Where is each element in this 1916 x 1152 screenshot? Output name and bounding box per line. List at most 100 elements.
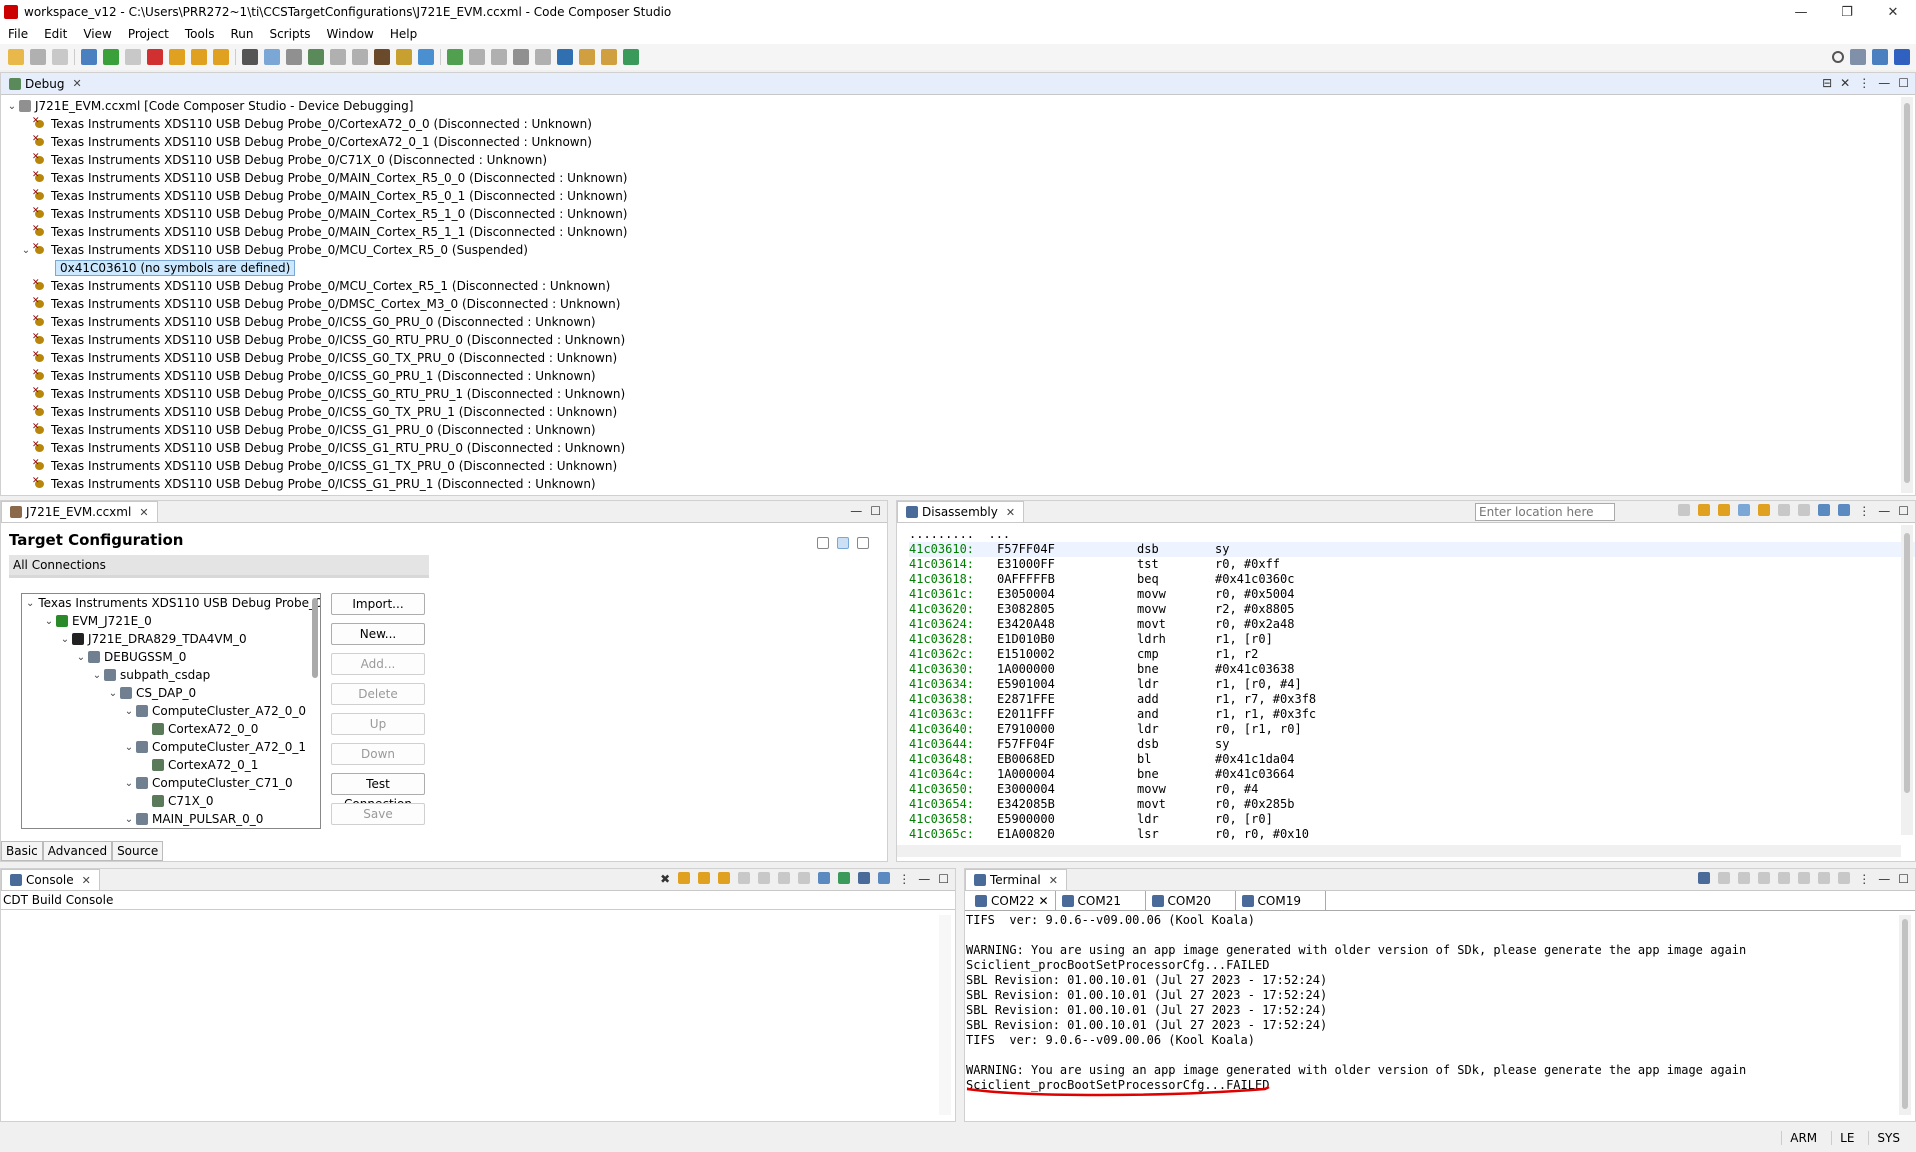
tc-tree-node[interactable]: C71X_0 [22,792,320,810]
new-icon[interactable] [8,49,24,65]
disassembly-hscrollbar[interactable] [897,845,1901,857]
load-program-icon[interactable] [308,49,324,65]
bug-icon[interactable] [447,49,463,65]
debug-target-item[interactable]: Texas Instruments XDS110 USB Debug Probe… [5,151,1915,169]
chevron-down-icon[interactable]: ⌄ [19,245,33,256]
debug-target-item[interactable]: Texas Instruments XDS110 USB Debug Probe… [5,313,1915,331]
disassembly-line[interactable]: 41c03644: F57FF04F dsb sy [909,737,1915,752]
debug-target-item[interactable]: Texas Instruments XDS110 USB Debug Probe… [5,115,1915,133]
terminal-scrollbar[interactable] [1899,915,1911,1115]
reset-icon[interactable] [352,49,368,65]
disconnect-terminal-icon[interactable] [1718,872,1731,884]
chevron-down-icon[interactable]: ⌄ [74,652,88,663]
pc-icon[interactable] [1718,504,1731,516]
debug-target-item[interactable]: Texas Instruments XDS110 USB Debug Probe… [5,457,1915,475]
tc-tree-node[interactable]: CortexA72_0_0 [22,720,320,738]
menu-view[interactable]: View [75,27,119,41]
copy-icon[interactable] [1798,872,1811,884]
view-menu-icon[interactable]: ⋮ [1858,872,1870,886]
disassembly-line[interactable]: 41c03628: E1D010B0 ldrh r1, [r0] [909,632,1915,647]
disassembly-line[interactable]: 41c03610: F57FF04F dsb sy [909,542,1915,557]
debug-suspended-item[interactable]: ⌄ Texas Instruments XDS110 USB Debug Pro… [5,241,1915,259]
new-button[interactable]: New... [331,623,425,645]
external-tools-icon[interactable] [579,49,595,65]
disassembly-line[interactable]: 41c0361c: E3050004 movw r0, #0x5004 [909,587,1915,602]
save-button[interactable]: Save [331,803,425,825]
disassembly-line[interactable]: 41c03654: E342085B movt r0, #0x285b [909,797,1915,812]
build-icon[interactable] [374,49,390,65]
tab-terminal[interactable]: Terminal ✕ [965,869,1067,890]
collapse-icon[interactable] [817,537,829,549]
debug-target-item[interactable]: Texas Instruments XDS110 USB Debug Probe… [5,403,1915,421]
step-back-icon[interactable] [1798,504,1811,516]
ccs-edit-perspective-icon[interactable] [1894,49,1910,65]
minimize-icon[interactable]: — [1878,504,1890,518]
tab-com22[interactable]: COM22 ✕ [969,891,1056,910]
delete-button[interactable]: Delete [331,683,425,705]
disassembly-vscroll-thumb[interactable] [1904,533,1910,793]
chevron-down-icon[interactable]: ⌄ [26,598,34,609]
debug-target-item[interactable]: Texas Instruments XDS110 USB Debug Probe… [5,421,1915,439]
debug-target-item[interactable]: Texas Instruments XDS110 USB Debug Probe… [5,187,1915,205]
minimize-icon[interactable]: — [1878,76,1890,90]
close-icon[interactable]: ✕ [1049,874,1058,887]
paste-icon[interactable] [758,872,771,884]
debug-target-item[interactable]: Texas Instruments XDS110 USB Debug Probe… [5,169,1915,187]
pin-icon[interactable] [1838,504,1851,516]
scroll-lock-icon[interactable] [718,872,731,884]
run-to-line-icon[interactable] [396,49,412,65]
test-connection-button[interactable]: Test Connection [331,773,425,811]
terminal-scroll-thumb[interactable] [1902,919,1908,1109]
tab-com21[interactable]: COM21 [1056,891,1146,910]
maximize-icon[interactable]: ❐ [1824,5,1870,20]
tab-com20[interactable]: COM20 [1146,891,1236,910]
scroll-lock-icon[interactable] [1778,872,1791,884]
collapse-all-icon[interactable]: ⊟ [1822,76,1832,90]
minimize-icon[interactable]: — [1878,872,1890,886]
debug-target-item[interactable]: Texas Instruments XDS110 USB Debug Probe… [5,205,1915,223]
disassembly-line[interactable]: 41c0362c: E1510002 cmp r1, r2 [909,647,1915,662]
wrap-icon[interactable] [778,872,791,884]
disassembly-line[interactable]: 41c03614: E31000FF tst r0, #0xff [909,557,1915,572]
maximize-icon[interactable]: ☐ [1898,76,1909,90]
terminal-output[interactable]: TIFS ver: 9.0.6--v09.00.06 (Kool Koala) W… [965,911,1915,1097]
close-icon[interactable]: ✕ [1038,894,1048,908]
restart-icon[interactable] [330,49,346,65]
word-wrap-icon[interactable] [798,872,811,884]
perspective-icon[interactable] [1850,49,1866,65]
search-icon[interactable] [1832,51,1844,63]
tc-tree-node[interactable]: ⌄ ComputeCluster_A72_0_0 [22,702,320,720]
open-perspective-icon[interactable] [623,49,639,65]
open-console-icon[interactable] [878,872,891,884]
save-icon[interactable] [30,49,46,65]
debug-target-item[interactable]: Texas Instruments XDS110 USB Debug Probe… [5,367,1915,385]
clear-terminal-icon[interactable] [1758,872,1771,884]
disassembly-line[interactable]: 41c0365c: E1A00820 lsr r0, r0, #0x10 [909,827,1915,842]
minimize-icon[interactable]: — [1778,5,1824,20]
tab-j721e-ccxml[interactable]: J721E_EVM.ccxml ✕ [1,501,158,522]
disassembly-line[interactable]: 41c03618: 0AFFFFFB beq #0x41c0360c [909,572,1915,587]
debug-scrollbar[interactable] [1901,97,1913,493]
debug-target-item[interactable]: Texas Instruments XDS110 USB Debug Probe… [5,439,1915,457]
step-over-assembly-icon[interactable] [491,49,507,65]
home-icon[interactable] [1698,504,1711,516]
next-icon[interactable] [678,872,691,884]
disassembly-line[interactable]: 41c03638: E2871FFE add r1, r7, #0x3f8 [909,692,1915,707]
disassembly-line[interactable]: 41c0364c: 1A000004 bne #0x41c03664 [909,767,1915,782]
debug-config-icon[interactable] [418,49,434,65]
disassembly-vscrollbar[interactable] [1901,525,1913,835]
chevron-down-icon[interactable]: ⌄ [122,706,136,717]
menu-edit[interactable]: Edit [36,27,75,41]
debug-target-item[interactable]: Texas Instruments XDS110 USB Debug Probe… [5,349,1915,367]
step-return-icon[interactable] [213,49,229,65]
disassembly-line[interactable]: 41c03648: EB0068ED bl #0x41c1da04 [909,752,1915,767]
tools-icon[interactable] [513,49,529,65]
menu-window[interactable]: Window [319,27,382,41]
debug-scroll-thumb[interactable] [1904,103,1910,483]
disassembly-line[interactable]: 41c03634: E5901004 ldr r1, [r0, #4] [909,677,1915,692]
copy-icon[interactable] [738,872,751,884]
debug-perspective-icon[interactable] [1872,49,1888,65]
tab-console[interactable]: Console ✕ [1,869,100,890]
menu-scripts[interactable]: Scripts [261,27,318,41]
settings-icon[interactable] [1838,872,1851,884]
